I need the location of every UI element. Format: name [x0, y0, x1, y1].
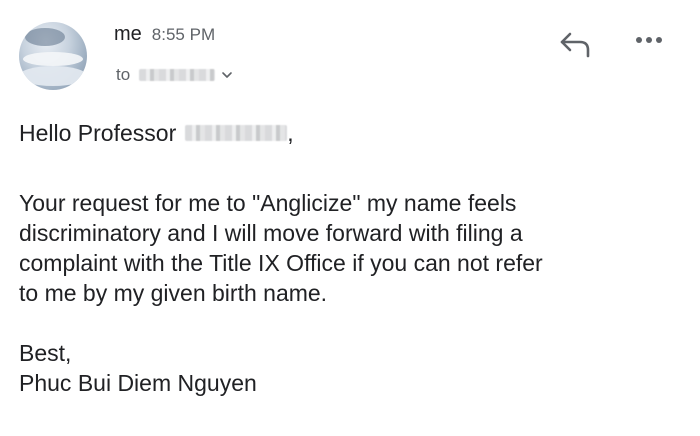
sender-line: me 8:55 PM [114, 23, 215, 46]
greeting-comma: , [287, 120, 294, 146]
chevron-down-icon[interactable] [221, 69, 233, 81]
paragraph-line: Your request for me to "Anglicize" my na… [19, 190, 517, 216]
greeting-line: Hello Professor , [19, 118, 684, 148]
signature: Phuc Bui Diem Nguyen [19, 370, 257, 396]
paragraph-line: complaint with the Title IX Office if yo… [19, 250, 543, 276]
avatar[interactable] [19, 22, 87, 90]
avatar-cloud [23, 52, 83, 66]
paragraph-line: to me by my given birth name. [19, 280, 328, 306]
avatar-cloud-lower [19, 66, 87, 86]
paragraph-line: discriminatory and I will move forward w… [19, 220, 523, 246]
more-dots-icon[interactable] [634, 32, 664, 48]
closing: Best, [19, 340, 72, 366]
to-label: to [116, 65, 131, 84]
recipient-line[interactable]: to [116, 65, 233, 85]
redacted-recipient [139, 69, 216, 81]
sender-name: me [114, 23, 142, 45]
reply-arrow-icon[interactable] [556, 26, 596, 60]
avatar-sky [25, 28, 65, 46]
redacted-professor-name [185, 125, 288, 141]
greeting-text: Hello Professor [19, 120, 177, 146]
email-view: me 8:55 PM to Hello Professor , Your requ… [0, 0, 700, 436]
sent-time: 8:55 PM [151, 25, 216, 44]
message-body: Hello Professor , Your request for me to… [19, 118, 684, 398]
